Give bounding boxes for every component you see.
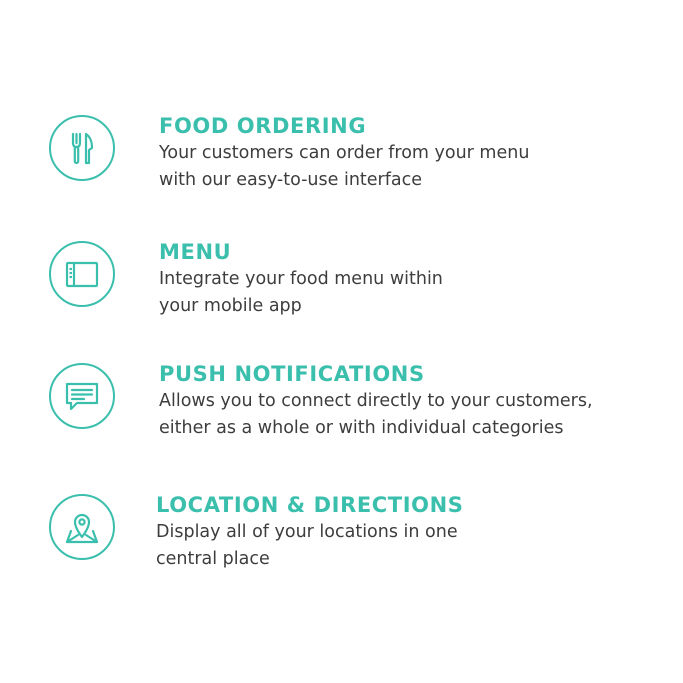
- feature-food-ordering: FOOD ORDERING Your customers can order f…: [0, 110, 683, 200]
- feature-menu: MENU Integrate your food menu within you…: [0, 236, 683, 326]
- feature-title: LOCATION & DIRECTIONS: [156, 493, 464, 517]
- feature-title: MENU: [159, 240, 232, 264]
- feature-description: Allows you to connect directly to your c…: [159, 391, 593, 438]
- map-pin-icon: [49, 494, 115, 560]
- feature-description: Integrate your food menu within your mob…: [159, 269, 443, 316]
- feature-title: FOOD ORDERING: [159, 114, 367, 138]
- feature-title: PUSH NOTIFICATIONS: [159, 362, 425, 386]
- feature-push-notifications: PUSH NOTIFICATIONS Allows you to connect…: [0, 358, 683, 448]
- chat-bubble-icon: [49, 363, 115, 429]
- feature-description: Your customers can order from your menu …: [159, 143, 530, 190]
- menu-book-icon: [49, 241, 115, 307]
- feature-location-directions: LOCATION & DIRECTIONS Display all of you…: [0, 489, 683, 579]
- fork-knife-icon: [49, 115, 115, 181]
- feature-description: Display all of your locations in one cen…: [156, 522, 458, 569]
